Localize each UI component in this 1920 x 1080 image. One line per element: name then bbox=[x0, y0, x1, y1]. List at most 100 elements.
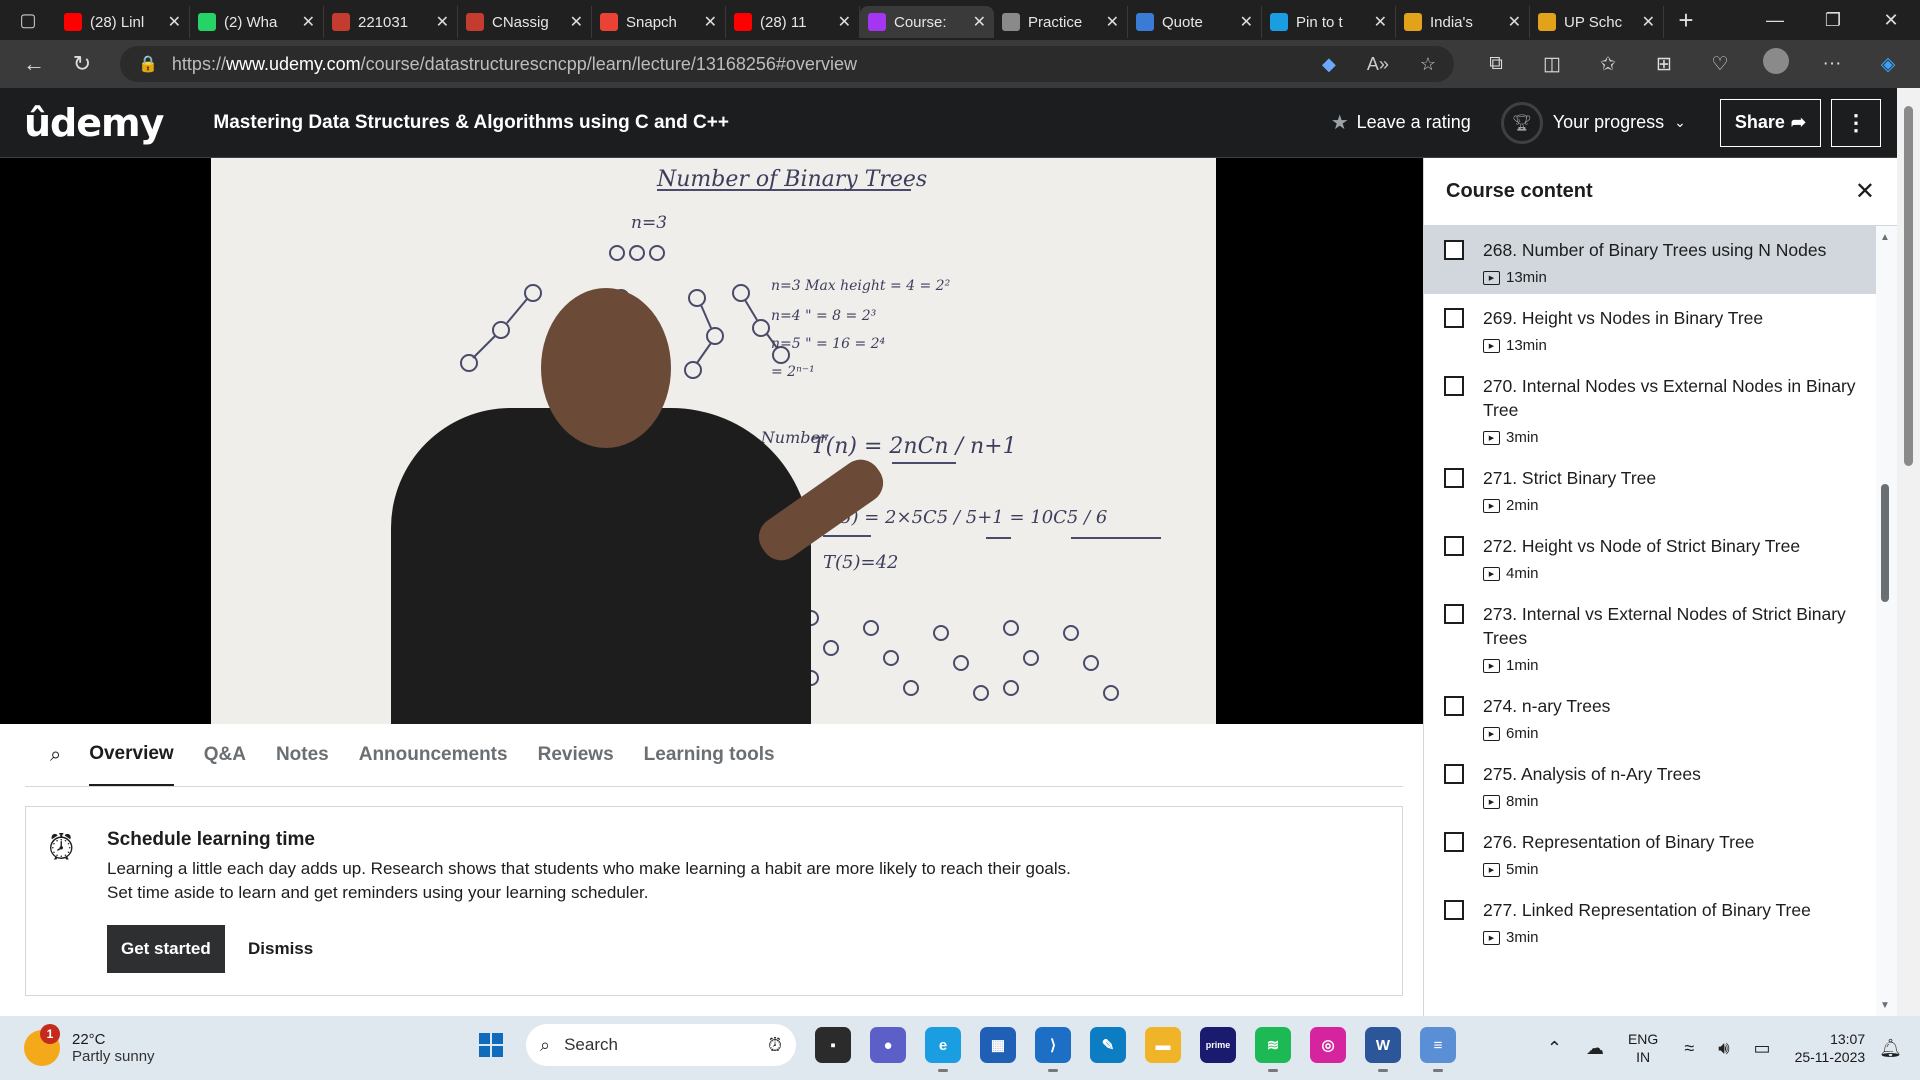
lesson-checkbox[interactable] bbox=[1444, 764, 1464, 784]
tab-notes[interactable]: Notes bbox=[276, 724, 329, 786]
browser-tab[interactable]: Course: ✕ bbox=[860, 6, 994, 38]
lesson-item[interactable]: 277. Linked Representation of Binary Tre… bbox=[1424, 886, 1876, 954]
read-aloud-icon[interactable]: A» bbox=[1367, 54, 1389, 74]
tab-actions-icon[interactable]: ▢ bbox=[0, 0, 56, 40]
lesson-checkbox[interactable] bbox=[1444, 696, 1464, 716]
close-tab-icon[interactable]: ✕ bbox=[838, 12, 851, 32]
lesson-item[interactable]: 272. Height vs Node of Strict Binary Tre… bbox=[1424, 522, 1876, 590]
settings-more-icon[interactable]: ··· bbox=[1804, 53, 1860, 75]
url-field[interactable]: 🔒 https://www.udemy.com/course/datastruc… bbox=[120, 46, 1454, 82]
lesson-item[interactable]: 275. Analysis of n-Ary Trees ▶ 8min bbox=[1424, 750, 1876, 818]
browser-tab[interactable]: India's ✕ bbox=[1396, 6, 1530, 38]
close-window-icon[interactable]: ✕ bbox=[1862, 10, 1920, 31]
volume-icon[interactable]: 🔊︎ bbox=[1718, 1038, 1729, 1059]
lesson-checkbox[interactable] bbox=[1444, 376, 1464, 396]
clock[interactable]: 13:07 25-11-2023 bbox=[1795, 1030, 1866, 1066]
lesson-checkbox[interactable] bbox=[1444, 900, 1464, 920]
udemy-logo[interactable]: ûdemy bbox=[24, 101, 164, 145]
sidebar-scroll-thumb[interactable] bbox=[1881, 484, 1889, 602]
coupon-icon[interactable]: ◆ bbox=[1322, 54, 1336, 74]
copilot-icon[interactable]: ◈ bbox=[1860, 53, 1916, 76]
lesson-item[interactable]: 270. Internal Nodes vs External Nodes in… bbox=[1424, 362, 1876, 454]
extensions-icon[interactable]: ⧉ bbox=[1468, 53, 1524, 75]
edge-browser-icon[interactable]: e bbox=[925, 1027, 961, 1072]
browser-tab[interactable]: UP Schc ✕ bbox=[1530, 6, 1664, 38]
word-icon[interactable]: W bbox=[1365, 1027, 1401, 1072]
leave-rating-button[interactable]: ★ Leave a rating bbox=[1331, 110, 1471, 135]
language-indicator[interactable]: ENG IN bbox=[1628, 1030, 1658, 1066]
file-explorer-icon[interactable]: ▬ bbox=[1145, 1027, 1181, 1063]
browser-tab[interactable]: (28) 11 ✕ bbox=[726, 6, 860, 38]
refresh-icon[interactable]: ↻ bbox=[60, 51, 104, 77]
page-scrollbar[interactable] bbox=[1897, 88, 1920, 1016]
browser-tab[interactable]: Quote ✕ bbox=[1128, 6, 1262, 38]
lesson-item[interactable]: 271. Strict Binary Tree ▶ 2min bbox=[1424, 454, 1876, 522]
sidebar-scrollbar[interactable] bbox=[1876, 226, 1898, 1016]
browser-tab[interactable]: Pin to t ✕ bbox=[1262, 6, 1396, 38]
notepad-icon[interactable]: ≡ bbox=[1420, 1027, 1456, 1072]
lesson-item[interactable]: 274. n-ary Trees ▶ 6min bbox=[1424, 682, 1876, 750]
prime-video-icon[interactable]: prime bbox=[1200, 1027, 1236, 1063]
taskbar-search[interactable]: ⌕ Search ⏰︎ bbox=[526, 1024, 796, 1066]
lesson-checkbox[interactable] bbox=[1444, 240, 1464, 260]
weather-widget[interactable]: 1 22°C Partly sunny bbox=[24, 1024, 224, 1066]
get-started-button[interactable]: Get started bbox=[107, 925, 225, 973]
instagram-icon[interactable]: ◎ bbox=[1310, 1027, 1346, 1063]
close-tab-icon[interactable]: ✕ bbox=[1508, 12, 1521, 32]
network-alert-icon[interactable]: ☁ bbox=[1586, 1038, 1604, 1059]
profile-avatar[interactable] bbox=[1748, 48, 1804, 80]
performance-icon[interactable]: ♡ bbox=[1692, 53, 1748, 76]
close-tab-icon[interactable]: ✕ bbox=[1240, 12, 1253, 32]
lesson-checkbox[interactable] bbox=[1444, 832, 1464, 852]
lesson-item[interactable]: 268. Number of Binary Trees using N Node… bbox=[1424, 226, 1876, 294]
share-button[interactable]: Share ➦ bbox=[1719, 98, 1821, 147]
browser-tab[interactable]: CNassig ✕ bbox=[458, 6, 592, 38]
dismiss-button[interactable]: Dismiss bbox=[248, 925, 313, 973]
lesson-item[interactable]: 273. Internal vs External Nodes of Stric… bbox=[1424, 590, 1876, 682]
close-tab-icon[interactable]: ✕ bbox=[436, 12, 449, 32]
back-icon[interactable]: ← bbox=[12, 51, 56, 77]
search-icon[interactable]: ⌕ bbox=[50, 724, 61, 786]
browser-tab[interactable]: 221031 ✕ bbox=[324, 6, 458, 38]
collections-icon[interactable]: ⊞ bbox=[1636, 53, 1692, 76]
tab-overview[interactable]: Overview bbox=[89, 724, 174, 786]
browser-tab[interactable]: Snapch ✕ bbox=[592, 6, 726, 38]
close-tab-icon[interactable]: ✕ bbox=[704, 12, 717, 32]
store-icon[interactable]: ▦ bbox=[980, 1027, 1016, 1063]
tab-reviews[interactable]: Reviews bbox=[538, 724, 614, 786]
tab-announcements[interactable]: Announcements bbox=[359, 724, 508, 786]
browser-tab[interactable]: Practice ✕ bbox=[994, 6, 1128, 38]
page-scroll-thumb[interactable] bbox=[1904, 106, 1913, 466]
split-screen-icon[interactable]: ◫ bbox=[1524, 53, 1580, 76]
close-tab-icon[interactable]: ✕ bbox=[1642, 12, 1655, 32]
minimize-icon[interactable]: — bbox=[1746, 10, 1804, 31]
lock-icon[interactable]: 🔒 bbox=[138, 54, 158, 74]
lesson-checkbox[interactable] bbox=[1444, 468, 1464, 488]
close-tab-icon[interactable]: ✕ bbox=[973, 12, 986, 32]
new-tab-button[interactable]: + bbox=[1664, 5, 1708, 36]
wifi-icon[interactable]: ≈ bbox=[1684, 1038, 1694, 1059]
lesson-checkbox[interactable] bbox=[1444, 308, 1464, 328]
lecture-video-frame[interactable]: Number of Binary Trees n=3 n=3 Max heigh… bbox=[211, 158, 1216, 724]
url-text[interactable]: https://www.udemy.com/course/datastructu… bbox=[172, 54, 1296, 75]
close-tab-icon[interactable]: ✕ bbox=[570, 12, 583, 32]
python-ide-icon[interactable]: ✎ bbox=[1090, 1027, 1126, 1063]
tab-q-a[interactable]: Q&A bbox=[204, 724, 246, 786]
start-button[interactable] bbox=[470, 1024, 512, 1066]
close-icon[interactable]: ✕ bbox=[1855, 177, 1875, 206]
notification-bell-icon[interactable]: 🔔︎ bbox=[1879, 1038, 1902, 1059]
close-tab-icon[interactable]: ✕ bbox=[1106, 12, 1119, 32]
chat-icon[interactable]: ● bbox=[870, 1027, 906, 1063]
lesson-item[interactable]: 276. Representation of Binary Tree ▶ 5min bbox=[1424, 818, 1876, 886]
browser-tab[interactable]: (28) Linl ✕ bbox=[56, 6, 190, 38]
lesson-item[interactable]: 269. Height vs Nodes in Binary Tree ▶ 13mi… bbox=[1424, 294, 1876, 362]
close-tab-icon[interactable]: ✕ bbox=[302, 12, 315, 32]
browser-tab[interactable]: (2) Wha ✕ bbox=[190, 6, 324, 38]
more-options-button[interactable]: ⋮ bbox=[1831, 98, 1881, 147]
course-title[interactable]: Mastering Data Structures & Algorithms u… bbox=[213, 112, 729, 134]
lesson-checkbox[interactable] bbox=[1444, 536, 1464, 556]
battery-icon[interactable]: ▭ bbox=[1754, 1038, 1771, 1059]
chevron-up-icon[interactable]: ⌃ bbox=[1547, 1038, 1562, 1059]
your-progress-button[interactable]: 🏆︎ Your progress ⌄ bbox=[1500, 101, 1686, 144]
scroll-down-icon[interactable]: ▼ bbox=[1880, 1000, 1890, 1011]
